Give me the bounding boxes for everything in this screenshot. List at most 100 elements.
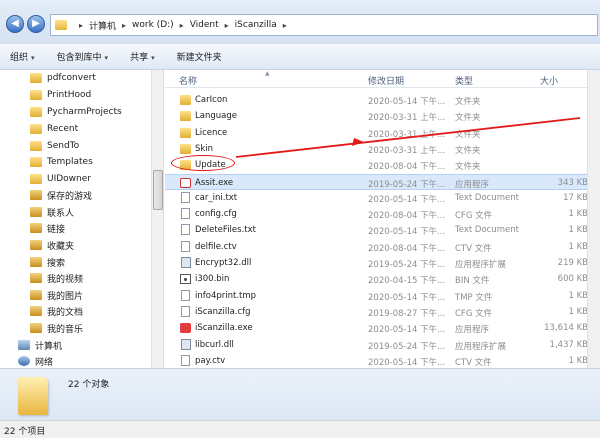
command-bar: 组织 ▾ 包含到库中 ▾ 共享 ▾ 新建文件夹 bbox=[0, 44, 600, 70]
file-row[interactable]: iScanzilla.cfg 2019-08-27 下午... CFG 文件 1 KB bbox=[165, 304, 600, 320]
file-date: 2020-05-14 下午... bbox=[368, 292, 446, 303]
file-row[interactable]: libcurl.dll 2019-05-24 下午... 应用程序扩展 1,437 K… bbox=[165, 337, 600, 353]
file-size: 1 KB bbox=[568, 290, 588, 301]
file-type: 文件夹 bbox=[455, 97, 481, 107]
contacts-icon bbox=[30, 207, 42, 217]
column-size[interactable]: 大小 bbox=[540, 74, 558, 87]
videos-icon bbox=[30, 273, 42, 283]
file-row[interactable]: CarIcon 2020-05-14 下午... 文件夹 bbox=[165, 92, 600, 108]
address-box[interactable]: ▸ 计算机 ▸ work (D:) ▸ Vident ▸ iScanzilla … bbox=[50, 14, 598, 36]
file-row[interactable]: car_ini.txt 2020-05-14 下午... Text Document… bbox=[165, 190, 600, 206]
searches-icon bbox=[30, 257, 42, 267]
breadcrumb-drive[interactable]: work (D:) bbox=[132, 20, 174, 30]
file-size: 219 KB bbox=[557, 258, 588, 268]
column-date[interactable]: 修改日期 bbox=[368, 74, 404, 87]
sidebar-item-sendto[interactable]: SendTo bbox=[30, 138, 79, 154]
folder-icon bbox=[30, 107, 42, 117]
include-library-button[interactable]: 包含到库中 ▾ bbox=[57, 50, 109, 63]
sidebar-item-links[interactable]: 链接 bbox=[30, 220, 65, 236]
sidebar-item-templates[interactable]: Templates bbox=[30, 154, 93, 170]
links-icon bbox=[30, 223, 42, 233]
favorites-icon bbox=[30, 240, 42, 250]
file-icon bbox=[181, 289, 190, 301]
chevron-right-icon: ▸ bbox=[122, 20, 127, 30]
sidebar-item-searches[interactable]: 搜索 bbox=[30, 254, 65, 270]
file-type: 文件夹 bbox=[455, 113, 481, 124]
file-row[interactable]: pay.ctv 2020-05-14 下午... CTV 文件 1 KB bbox=[165, 353, 600, 368]
nav-scrollbar[interactable] bbox=[151, 70, 163, 368]
folder-icon bbox=[180, 127, 191, 138]
breadcrumb-iscanzilla[interactable]: iScanzilla bbox=[235, 20, 277, 30]
share-button[interactable]: 共享 ▾ bbox=[130, 50, 155, 63]
file-date: 2020-05-14 下午... bbox=[368, 97, 446, 107]
sidebar-item-label: 我的视频 bbox=[47, 274, 84, 285]
sidebar-item-pictures[interactable]: 我的图片 bbox=[30, 287, 83, 303]
sidebar-item-documents[interactable]: 我的文档 bbox=[30, 303, 83, 319]
forward-button[interactable]: ▶ bbox=[27, 15, 45, 33]
sidebar-item-label: 计算机 bbox=[35, 341, 63, 352]
file-scrollbar[interactable] bbox=[587, 70, 600, 368]
object-count: 22 个对象 bbox=[68, 380, 110, 390]
sidebar-item-videos[interactable]: 我的视频 bbox=[30, 270, 83, 286]
file-name: iScanzilla.exe bbox=[195, 323, 253, 334]
file-name: info4print.tmp bbox=[195, 290, 257, 301]
file-date: 2020-04-15 下午... bbox=[368, 276, 446, 287]
music-icon bbox=[30, 323, 42, 333]
sidebar-item-favorites[interactable]: 收藏夹 bbox=[30, 237, 74, 253]
file-row[interactable]: info4print.tmp 2020-05-14 下午... TMP 文件 1 KB bbox=[165, 288, 600, 304]
file-date: 2020-05-14 下午... bbox=[368, 357, 446, 368]
file-size: 17 KB bbox=[563, 192, 588, 203]
breadcrumb-computer[interactable]: 计算机 bbox=[89, 19, 116, 32]
chevron-right-icon: ▸ bbox=[79, 20, 84, 30]
file-date: 2019-05-24 下午... bbox=[368, 341, 446, 352]
file-row[interactable]: Skin 2020-03-31 上午... 文件夹 bbox=[165, 141, 600, 157]
address-bar-row: ◀ ▶ ▸ 计算机 ▸ work (D:) ▸ Vident ▸ iScanzi… bbox=[0, 0, 600, 44]
sidebar-item-uidowner[interactable]: UIDowner bbox=[30, 171, 91, 187]
folder-icon bbox=[30, 174, 42, 184]
file-row[interactable]: Language 2020-03-31 上午... 文件夹 bbox=[165, 108, 600, 124]
chevron-down-icon: ▾ bbox=[31, 54, 35, 62]
details-pane: 22 个对象 bbox=[0, 368, 600, 420]
file-row[interactable]: Assit.exe 2019-05-24 下午... 应用程序 343 KB bbox=[165, 173, 600, 190]
new-folder-button[interactable]: 新建文件夹 bbox=[177, 50, 222, 63]
breadcrumb-vident[interactable]: Vident bbox=[190, 20, 219, 30]
sort-up-icon: ▲ bbox=[265, 70, 270, 77]
file-icon bbox=[181, 354, 190, 366]
file-row[interactable]: config.cfg 2020-08-04 下午... CFG 文件 1 KB bbox=[165, 206, 600, 222]
file-type: CTV 文件 bbox=[455, 243, 492, 254]
file-icon bbox=[181, 208, 190, 220]
column-type[interactable]: 类型 bbox=[455, 74, 473, 87]
sidebar-item-music[interactable]: 我的音乐 bbox=[30, 320, 83, 336]
sidebar-item-saved-games[interactable]: 保存的游戏 bbox=[30, 187, 92, 203]
sidebar-item-pycharmprojects[interactable]: PycharmProjects bbox=[30, 104, 122, 120]
computer-icon bbox=[18, 340, 30, 350]
file-size: 600 KB bbox=[557, 274, 588, 285]
sidebar-item-recent[interactable]: Recent bbox=[30, 121, 78, 137]
sidebar-item-computer[interactable]: 计算机 bbox=[18, 337, 62, 353]
file-size: 1 KB bbox=[568, 209, 588, 220]
file-row[interactable]: i300.bin 2020-04-15 下午... BIN 文件 600 KB bbox=[165, 271, 600, 287]
application-icon bbox=[180, 177, 191, 188]
file-row[interactable]: delfile.ctv 2020-08-04 下午... CTV 文件 1 KB bbox=[165, 239, 600, 255]
organize-button[interactable]: 组织 ▾ bbox=[10, 50, 35, 63]
file-name: Licence bbox=[195, 127, 228, 138]
file-row[interactable]: Licence 2020-03-31 上午... 文件夹 bbox=[165, 125, 600, 141]
sidebar-item-printhood[interactable]: PrintHood bbox=[30, 87, 91, 103]
sidebar-item-pdfconvert[interactable]: pdfconvert bbox=[30, 70, 96, 86]
back-button[interactable]: ◀ bbox=[6, 15, 24, 33]
sidebar-item-label: pdfconvert bbox=[47, 73, 96, 83]
sidebar-item-network[interactable]: 网络 bbox=[18, 353, 53, 368]
file-row[interactable]: Encrypt32.dll 2019-05-24 下午... 应用程序扩展 219 K… bbox=[165, 255, 600, 271]
file-row[interactable]: iScanzilla.exe 2020-05-14 下午... 应用程序 13,614… bbox=[165, 320, 600, 336]
nav-scrollbar-thumb[interactable] bbox=[153, 170, 163, 210]
folder-large-icon bbox=[18, 377, 48, 415]
sidebar-item-label: SendTo bbox=[47, 141, 80, 151]
sidebar-item-label: 保存的游戏 bbox=[47, 191, 93, 202]
file-icon bbox=[181, 224, 190, 236]
column-name[interactable]: 名称 bbox=[179, 74, 197, 87]
item-count: 22 个项目 bbox=[4, 427, 46, 437]
sidebar-item-label: 我的图片 bbox=[47, 291, 84, 302]
file-row[interactable]: DeleteFiles.txt 2020-05-14 下午... Text Docu… bbox=[165, 222, 600, 238]
sidebar-item-contacts[interactable]: 联系人 bbox=[30, 204, 74, 220]
sidebar-item-label: 链接 bbox=[47, 224, 66, 235]
